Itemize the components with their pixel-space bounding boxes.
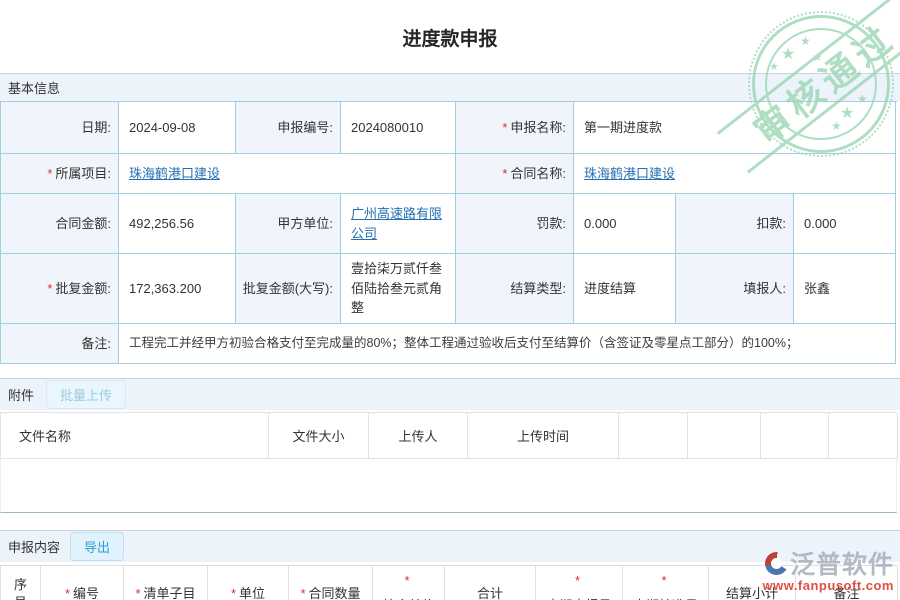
date-value: 2024-09-08	[119, 102, 236, 154]
required-asterisk: *	[575, 572, 580, 590]
contract-name-label: *合同名称:	[456, 154, 574, 194]
export-button[interactable]: 导出	[70, 532, 124, 561]
attach-col-empty	[619, 413, 688, 459]
required-asterisk: *	[47, 164, 52, 184]
settlement-type-value: 进度结算	[574, 254, 676, 324]
project-label: *所属项目:	[1, 154, 119, 194]
approved-amount-value: 172,363.200	[119, 254, 236, 324]
declaration-name-label: *申报名称:	[456, 102, 574, 154]
party-a-value: 广州高速路有限公司	[341, 194, 456, 254]
project-value: 珠海鹤港口建设	[119, 154, 456, 194]
contract-amount-value: 492,256.56	[119, 194, 236, 254]
declaration-no-label: 申报编号:	[236, 102, 341, 154]
declaration-no-value: 2024080010	[341, 102, 456, 154]
col-header-file-name: 文件名称	[1, 413, 269, 459]
filler-value: 张鑫	[794, 254, 896, 324]
required-asterisk: *	[300, 585, 305, 600]
basic-info-table: 日期: 2024-09-08 申报编号: 2024080010 *申报名称: 第…	[0, 101, 897, 364]
declare-content-title: 申报内容	[8, 537, 60, 556]
col-header-current-approved-qty: *本期核准量	[623, 566, 709, 600]
attachments-title: 附件	[8, 385, 34, 404]
party-a-label: 甲方单位:	[236, 194, 341, 254]
required-asterisk: *	[661, 572, 666, 590]
section-header-basic-info: 基本信息	[0, 73, 900, 101]
attach-col-empty	[761, 413, 829, 459]
col-header-settlement-subtotal: 结算小计	[709, 566, 796, 600]
progress-payment-declaration-page: 进度款申报 基本信息 日期: 2024-09-08 申报编号: 20240800…	[0, 0, 900, 600]
col-header-file-size: 文件大小	[269, 413, 369, 459]
approved-amount-cn-label: 批复金额(大写):	[236, 254, 341, 324]
required-asterisk: *	[502, 118, 507, 138]
col-header-unit-price: *综合单价	[373, 566, 445, 600]
attachments-table-header: 文件名称 文件大小 上传人 上传时间	[0, 412, 897, 459]
col-header-remark: 备注	[796, 566, 898, 600]
declare-table-header: 序号 *编号 *清单子目 *单位 *合同数量 *综合单价 合计 *本期申报量 *…	[0, 565, 897, 600]
col-header-list-item: *清单子目	[124, 566, 208, 600]
col-header-code: *编号	[41, 566, 124, 600]
approved-amount-cn-value: 壹拾柒万贰仟叁佰陆拾叁元贰角整	[341, 254, 456, 324]
required-asterisk: *	[231, 585, 236, 600]
col-header-contract-qty: *合同数量	[289, 566, 373, 600]
deduction-value: 0.000	[794, 194, 896, 254]
col-header-current-declared-qty: *本期申报量	[536, 566, 623, 600]
section-header-declare-content: 申报内容 导出	[0, 530, 900, 562]
required-asterisk: *	[65, 585, 70, 600]
project-link[interactable]: 珠海鹤港口建设	[129, 164, 220, 184]
contract-name-value: 珠海鹤港口建设	[574, 154, 896, 194]
col-header-unit: *单位	[208, 566, 289, 600]
batch-upload-button[interactable]: 批量上传	[46, 380, 126, 409]
attach-col-empty	[688, 413, 761, 459]
col-header-uploader: 上传人	[369, 413, 468, 459]
remark-label: 备注:	[1, 324, 119, 364]
required-asterisk: *	[404, 572, 409, 590]
contract-name-link[interactable]: 珠海鹤港口建设	[584, 164, 675, 184]
attachments-empty-area	[0, 459, 897, 513]
penalty-label: 罚款:	[456, 194, 574, 254]
required-asterisk: *	[47, 279, 52, 299]
star-icon: ★	[812, 50, 823, 64]
attach-col-empty	[829, 413, 898, 459]
section-header-attachments: 附件 批量上传	[0, 378, 900, 410]
star-icon: ★	[769, 60, 779, 73]
page-title: 进度款申报	[0, 0, 900, 51]
party-a-link[interactable]: 广州高速路有限公司	[351, 204, 445, 243]
declaration-name-value: 第一期进度款	[574, 102, 896, 154]
required-asterisk: *	[135, 585, 140, 600]
col-header-upload-time: 上传时间	[468, 413, 619, 459]
filler-label: 填报人:	[676, 254, 794, 324]
basic-info-title: 基本信息	[8, 78, 60, 97]
settlement-type-label: 结算类型:	[456, 254, 574, 324]
penalty-value: 0.000	[574, 194, 676, 254]
col-header-total: 合计	[445, 566, 536, 600]
remark-value: 工程完工并经甲方初验合格支付至完成量的80%；整体工程通过验收后支付至结算价（含…	[119, 324, 896, 364]
approved-amount-label: *批复金额:	[1, 254, 119, 324]
contract-amount-label: 合同金额:	[1, 194, 119, 254]
deduction-label: 扣款:	[676, 194, 794, 254]
col-header-seq: 序号	[1, 566, 41, 600]
required-asterisk: *	[502, 164, 507, 184]
date-label: 日期:	[1, 102, 119, 154]
